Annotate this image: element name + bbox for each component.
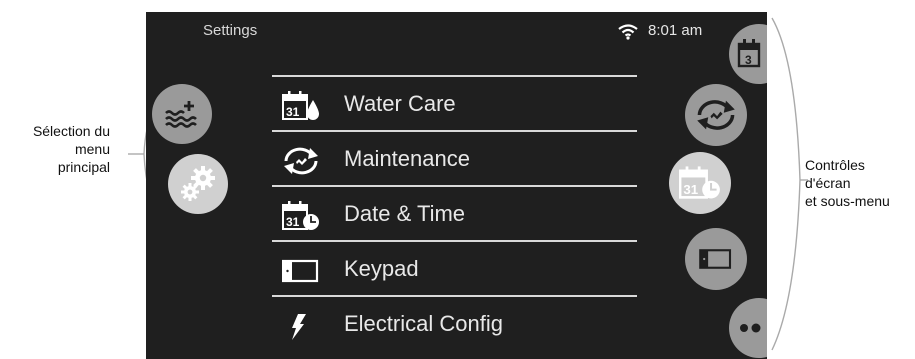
gears-icon <box>740 323 761 333</box>
menu-item-label: Maintenance <box>344 146 470 171</box>
calendar-drop-icon: 31 <box>282 90 319 120</box>
svg-text:3: 3 <box>745 53 752 67</box>
settings-menu-button[interactable] <box>168 154 228 214</box>
svg-text:31: 31 <box>286 105 300 119</box>
screen-title: Settings <box>203 22 258 39</box>
menu-item-keypad[interactable]: Keypad <box>272 240 637 295</box>
wifi-icon <box>618 24 638 45</box>
lightning-icon <box>282 310 316 340</box>
keypad-control-button[interactable] <box>685 228 747 290</box>
maintenance-control-button[interactable] <box>685 84 747 146</box>
svg-text:31: 31 <box>286 215 300 229</box>
menu-item-date-time[interactable]: 31 Date & Time <box>272 185 637 240</box>
keypad-icon <box>699 249 732 269</box>
date-time-control-button[interactable]: 31 <box>669 152 731 214</box>
maintenance-cycle-icon <box>697 100 735 130</box>
menu-item-label: Electrical Config <box>344 311 503 336</box>
gears-icon <box>181 166 215 201</box>
menu-item-water-care[interactable]: 31 Water Care <box>272 75 637 130</box>
water-plus-icon <box>165 101 197 128</box>
menu-item-maintenance[interactable]: Maintenance <box>272 130 637 185</box>
keypad-icon <box>281 255 319 285</box>
spa-control-screen: Settings 8:01 am 31 Water Care Maintenan… <box>146 12 767 359</box>
menu-item-electrical-config[interactable]: Electrical Config <box>272 295 637 350</box>
calendar-clock-icon: 31 <box>679 166 720 199</box>
calendar-icon: 3 <box>737 39 761 68</box>
settings-control-button[interactable] <box>729 298 767 358</box>
clock-time: 8:01 am <box>648 22 703 39</box>
menu-item-label: Keypad <box>344 256 419 281</box>
water-care-menu-button[interactable] <box>152 84 212 144</box>
calendar-control-button[interactable]: 3 <box>729 24 767 84</box>
settings-menu-list: 31 Water Care Maintenance 31 Date & Time… <box>272 75 637 350</box>
menu-item-label: Date & Time <box>344 201 466 226</box>
calendar-clock-icon: 31 <box>282 200 319 230</box>
svg-text:31: 31 <box>683 182 698 197</box>
maintenance-cycle-icon <box>282 145 318 175</box>
menu-item-label: Water Care <box>344 91 456 116</box>
